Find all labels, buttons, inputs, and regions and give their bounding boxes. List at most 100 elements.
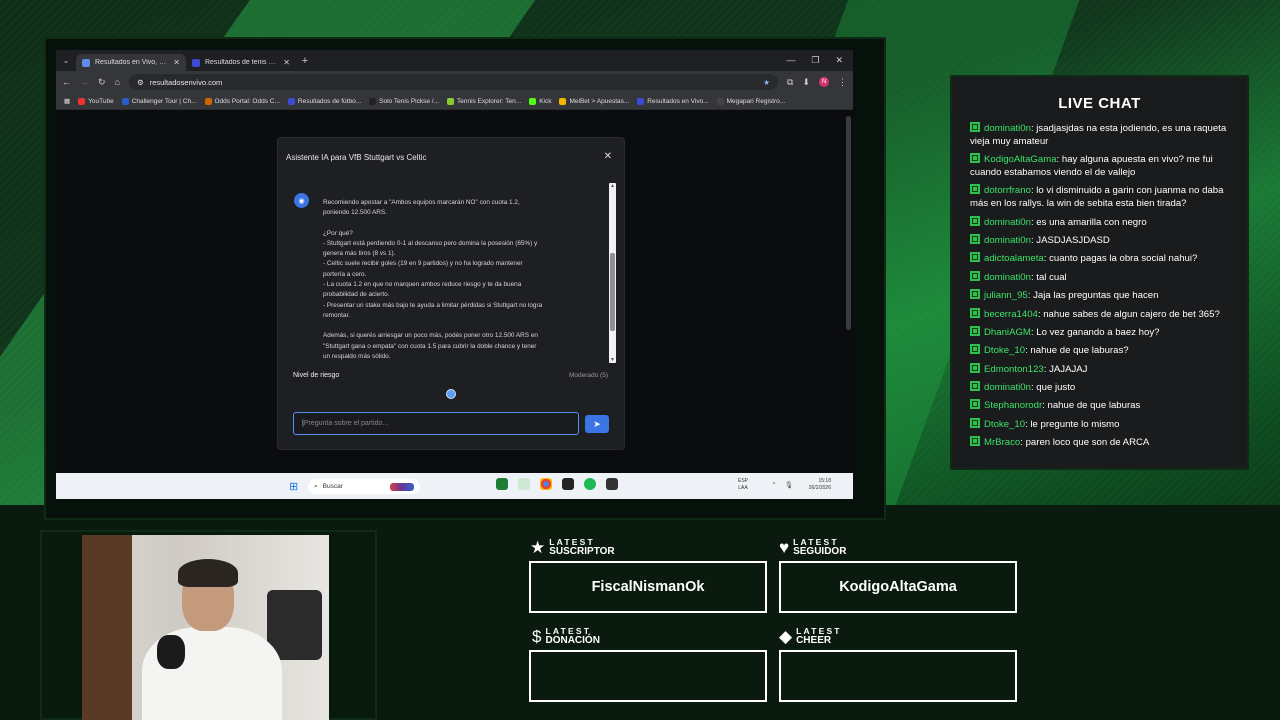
chat-text: le pregunte lo mismo [1030, 418, 1120, 430]
risk-slider[interactable] [294, 389, 608, 399]
address-bar[interactable]: ⚙ resultadosenvivo.com ★ [128, 74, 779, 90]
minimize-icon[interactable]: — [786, 55, 795, 66]
obs-icon[interactable] [562, 478, 574, 490]
bookmark-item[interactable]: Odds Portal: Odds C... [204, 97, 280, 105]
bookmark-item[interactable]: Solo Tenis Pickse /... [369, 97, 439, 105]
assistant-message: Recomiendo apostar a "Ambos equipos marc… [323, 198, 545, 364]
taskbar-search[interactable]: ⌕ Buscar [308, 479, 420, 494]
home-icon[interactable]: ⌂ [115, 77, 120, 87]
bookmark-item[interactable]: Kick [529, 97, 551, 105]
site-favicon-icon [82, 58, 90, 67]
bookmark-item[interactable]: Resultados de fútbo... [287, 97, 362, 105]
chat-text: paren loco que son de ARCA [1025, 437, 1150, 449]
latest-donacion-header: $ LATEST DONACIÓN [532, 627, 600, 646]
windows-start-icon[interactable]: ⊞ [289, 480, 298, 493]
tab-resultados-en-vivo[interactable]: Resultados en Vivo, Datos de L ✕ [76, 54, 186, 71]
chat-username: adictoalameta [984, 253, 1044, 265]
latest-seguidor-box: KodigoAltaGama [779, 561, 1017, 613]
chat-message: dominati0n: JASDJASJDASD [970, 233, 1232, 248]
latest-category: SEGUIDOR [793, 546, 847, 557]
bookmark-item[interactable]: YouTube [78, 97, 114, 105]
chat-username: KodigoAltaGama [984, 154, 1057, 166]
chat-message: MrBraco: paren loco que son de ARCA [970, 436, 1232, 450]
message-why-title: ¿Por qué? [323, 229, 353, 237]
webcam-microphone [157, 635, 185, 669]
downloads-icon[interactable]: ⬇ [802, 77, 810, 88]
chat-username: MrBraco [984, 437, 1021, 449]
page-scrollbar[interactable] [846, 116, 851, 330]
search-highlight-image [390, 482, 414, 491]
extensions-icon[interactable]: ⧉ [787, 77, 793, 88]
bookmark-item[interactable]: Resultados en Vivo... [637, 97, 709, 105]
chat-message: DhaniAGM: Lo vez ganando a baez hoy? [970, 325, 1232, 340]
restore-icon[interactable]: ❐ [811, 55, 819, 66]
reload-icon[interactable]: ↻ [98, 77, 106, 88]
dialog-title: Asistente IA para VfB Stuttgart vs Celti… [286, 153, 427, 162]
dollar-icon: $ [532, 627, 542, 646]
excel-icon[interactable] [496, 478, 508, 490]
app-icon[interactable] [606, 478, 618, 490]
bookmark-favicon-icon [637, 97, 645, 105]
message-reason: - Stuttgart está perdiendo 0-1 al descan… [323, 239, 538, 258]
bookmark-item[interactable]: MelBet > Apuestas... [559, 97, 629, 105]
latest-seguidor-header: ♥ LATEST SEGUIDOR [779, 538, 847, 557]
message-scroll-thumb[interactable] [610, 253, 615, 331]
mic-icon[interactable]: 🎙 [785, 481, 793, 489]
star-icon: ★ [530, 538, 546, 557]
chat-username: Stephanorodr [984, 400, 1043, 412]
site-info-icon[interactable]: ⚙ [137, 78, 144, 87]
subscriber-badge-icon [970, 417, 980, 428]
bookmark-item[interactable]: Challenger Tour | Ch... [121, 97, 197, 105]
new-tab-icon[interactable]: + [296, 55, 314, 67]
risk-slider-thumb[interactable] [446, 389, 456, 399]
tab-bar: ⌄ Resultados en Vivo, Datos de L ✕ Resul… [56, 50, 853, 71]
bookmark-star-icon[interactable]: ★ [763, 78, 770, 87]
chat-message: dotorrfrano: lo vi disminuido a garin co… [970, 184, 1232, 211]
scroll-up-icon[interactable]: ▲ [610, 183, 615, 189]
taskbar-clock[interactable]: 15:18 26/2/2026 [809, 478, 831, 492]
chat-message: juliann_95: Jaja las preguntas que hacen [970, 289, 1232, 303]
latest-donacion-box [529, 650, 767, 702]
message-scrollbar[interactable]: ▲ ▼ [609, 183, 616, 363]
whatsapp-icon[interactable] [518, 478, 530, 490]
scroll-down-icon[interactable]: ▼ [610, 357, 615, 363]
bookmark-item[interactable]: Tennis Explorer: Ten... [447, 97, 521, 105]
latest-suscriptor-header: ★ LATEST SUSCRIPTOR [530, 538, 615, 557]
chat-message-list: dominati0n: jsadjasjdas na esta jodiendo… [970, 122, 1232, 455]
apps-grid-icon[interactable]: ▦ [64, 97, 70, 105]
chat-text: JAJAJAJ [1049, 363, 1088, 375]
close-dialog-icon[interactable]: ✕ [604, 151, 612, 162]
bookmark-item[interactable]: Megapari Registro... [716, 97, 785, 105]
chat-text: cuanto pagas la obra social nahui? [1049, 253, 1198, 265]
bookmark-favicon-icon [204, 97, 212, 105]
webcam-feed [82, 535, 329, 720]
close-window-icon[interactable]: ✕ [835, 55, 843, 66]
tab-search-chevron-icon[interactable]: ⌄ [56, 56, 76, 65]
site-favicon-icon [192, 58, 200, 67]
back-icon[interactable]: ← [62, 77, 71, 87]
forward-icon[interactable]: → [80, 77, 89, 87]
chat-message: adictoalameta: cuanto pagas la obra soci… [970, 252, 1232, 266]
question-input[interactable]: | Pregunta sobre el partido... [293, 412, 579, 435]
menu-kebab-icon[interactable]: ⋮ [838, 77, 847, 88]
system-tray: ⌃ 🎙 [771, 481, 793, 489]
tab-resultados-tenis[interactable]: Resultados de tenis en directo ✕ [186, 54, 296, 71]
language-indicator[interactable]: ESP LAA [738, 478, 748, 492]
chrome-icon[interactable] [540, 478, 552, 490]
chat-username: dominati0n [984, 216, 1031, 228]
spotify-icon[interactable] [584, 478, 596, 490]
tray-chevron-icon[interactable]: ⌃ [771, 481, 776, 489]
bookmark-label: Challenger Tour | Ch... [131, 97, 197, 105]
close-tab-icon[interactable]: ✕ [283, 58, 290, 67]
close-tab-icon[interactable]: ✕ [173, 58, 180, 67]
subscriber-badge-icon [970, 307, 980, 318]
chat-username: Dtoke_10 [984, 345, 1026, 357]
send-button[interactable]: ➤ [585, 415, 609, 433]
bookmark-label: Resultados de fútbo... [297, 97, 362, 105]
profile-avatar[interactable]: N [819, 77, 829, 87]
latest-suscriptor-value: FiscalNismanOk [591, 579, 705, 595]
bookmark-label: Resultados en Vivo... [647, 97, 709, 105]
subscriber-badge-icon [970, 399, 980, 410]
subscriber-badge-icon [970, 381, 980, 392]
subscriber-badge-icon [970, 436, 980, 447]
